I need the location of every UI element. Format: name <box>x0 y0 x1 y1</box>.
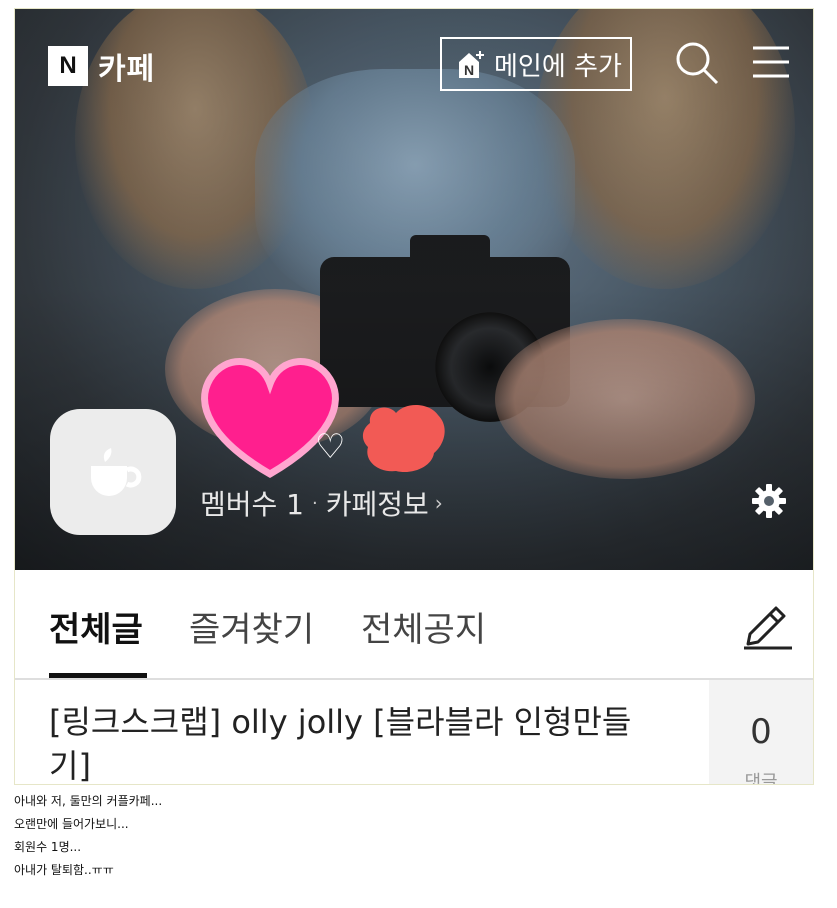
active-tab-indicator <box>49 673 147 678</box>
cafe-screenshot-frame: N 카페 N 메인에 추가 ♡ 멤버수 1 · 카페정보 › 전체글 즐겨찾기 … <box>14 8 814 785</box>
search-icon[interactable] <box>673 39 721 87</box>
tab-all-notices[interactable]: 전체공지 <box>361 602 486 651</box>
pencil-icon[interactable] <box>740 600 794 654</box>
gear-icon[interactable] <box>751 483 787 519</box>
redaction-blob <box>362 404 445 473</box>
tab-all-posts[interactable]: 전체글 <box>49 602 143 651</box>
naver-logo-icon: N <box>48 46 88 86</box>
caption-line: 오랜만에 들어가보니... <box>14 817 129 831</box>
caption-line: 아내와 저, 둘만의 커플카페... <box>14 794 163 808</box>
comment-count-box[interactable]: 0 댓글 <box>709 680 813 785</box>
member-count: 멤버수 1 <box>200 488 304 521</box>
hamburger-menu-icon[interactable] <box>753 44 789 80</box>
cafe-meta: 멤버수 1 · 카페정보 › <box>200 483 443 523</box>
comment-label: 댓글 <box>744 772 778 785</box>
add-to-main-label: 메인에 추가 <box>494 51 622 82</box>
cafe-cover-image: N 카페 N 메인에 추가 ♡ 멤버수 1 · 카페정보 › <box>15 9 813 570</box>
caption-line: 회원수 1명... <box>14 840 82 854</box>
comment-count: 0 <box>750 712 772 752</box>
caption-line: 아내가 탈퇴함..ㅠㅠ <box>14 863 114 877</box>
add-to-main-button[interactable]: N 메인에 추가 <box>440 37 632 91</box>
post-title[interactable]: [링크스크랩] olly jolly [블라블라 인형만들기] <box>49 700 669 784</box>
tab-favorites[interactable]: 즐겨찾기 <box>189 602 314 651</box>
chevron-right-icon: › <box>434 491 443 515</box>
naver-cafe-logo[interactable]: N 카페 <box>48 44 155 88</box>
logo-cafe-text: 카페 <box>98 52 156 87</box>
naver-home-add-icon: N <box>459 51 484 78</box>
cafe-avatar[interactable] <box>50 409 176 535</box>
cafe-info-link[interactable]: 카페정보 <box>326 483 429 523</box>
board-tabs: 전체글 즐겨찾기 전체공지 <box>15 570 813 680</box>
cafe-cup-icon <box>91 448 142 496</box>
cafe-name: ♡ <box>315 427 346 467</box>
svg-text:N: N <box>464 62 474 78</box>
list-item[interactable]: [링크스크랩] olly jolly [블라블라 인형만들기] 0 댓글 <box>15 680 813 785</box>
